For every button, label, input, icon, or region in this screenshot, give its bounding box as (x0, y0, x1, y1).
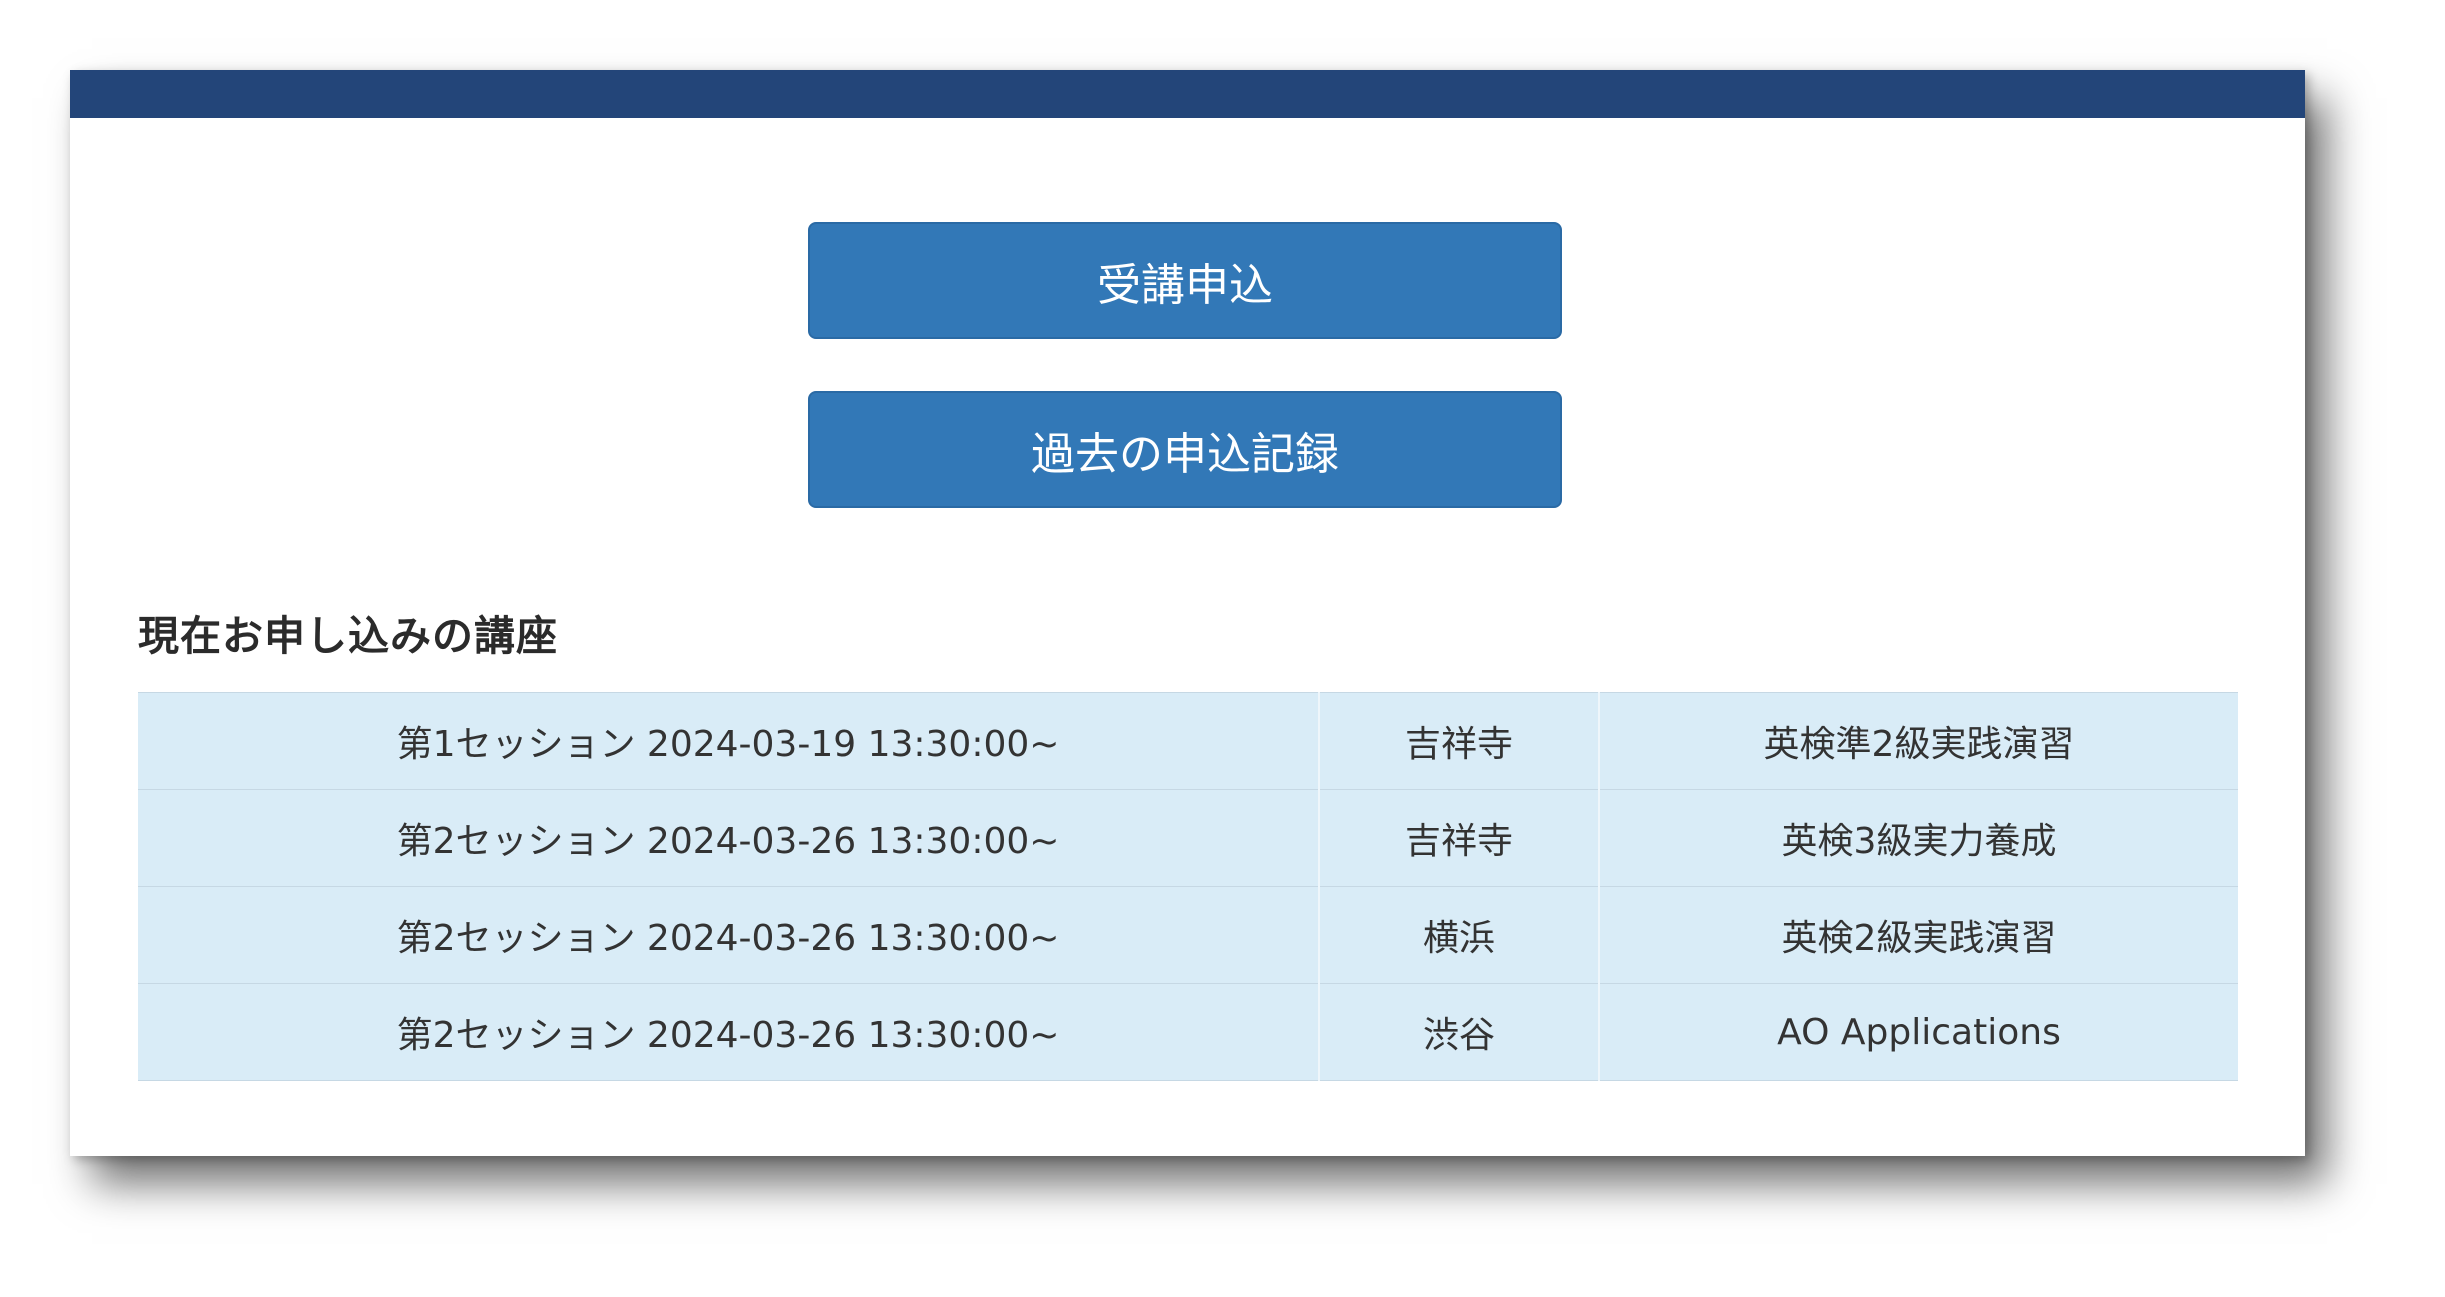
place-cell: 吉祥寺 (1319, 692, 1600, 790)
session-cell: 第1セッション 2024-03-19 13:30:00~ (138, 692, 1320, 790)
place-cell: 横浜 (1319, 886, 1600, 984)
apply-button[interactable]: 受講申込 (808, 222, 1562, 339)
top-bar (70, 70, 2305, 118)
table-row: 第2セッション 2024-03-26 13:30:00~ 横浜 英検2級実践演習 (138, 886, 2238, 984)
course-cell: 英検準2級実践演習 (1599, 692, 2238, 790)
session-cell: 第2セッション 2024-03-26 13:30:00~ (138, 983, 1320, 1081)
current-courses-table: 第1セッション 2024-03-19 13:30:00~ 吉祥寺 英検準2級実践… (138, 692, 2238, 1081)
application-history-button[interactable]: 過去の申込記録 (808, 391, 1562, 508)
session-cell: 第2セッション 2024-03-26 13:30:00~ (138, 886, 1320, 984)
course-cell: AO Applications (1599, 983, 2238, 1081)
place-cell: 渋谷 (1319, 983, 1600, 1081)
place-cell: 吉祥寺 (1319, 789, 1600, 887)
current-courses-heading: 現在お申し込みの講座 (138, 612, 558, 660)
course-cell: 英検3級実力養成 (1599, 789, 2238, 887)
table-row: 第1セッション 2024-03-19 13:30:00~ 吉祥寺 英検準2級実践… (138, 692, 2238, 790)
session-cell: 第2セッション 2024-03-26 13:30:00~ (138, 789, 1320, 887)
app-window: 受講申込 過去の申込記録 現在お申し込みの講座 第1セッション 2024-03-… (70, 70, 2305, 1156)
table-row: 第2セッション 2024-03-26 13:30:00~ 渋谷 AO Appli… (138, 983, 2238, 1081)
course-cell: 英検2級実践演習 (1599, 886, 2238, 984)
table-row: 第2セッション 2024-03-26 13:30:00~ 吉祥寺 英検3級実力養… (138, 789, 2238, 887)
